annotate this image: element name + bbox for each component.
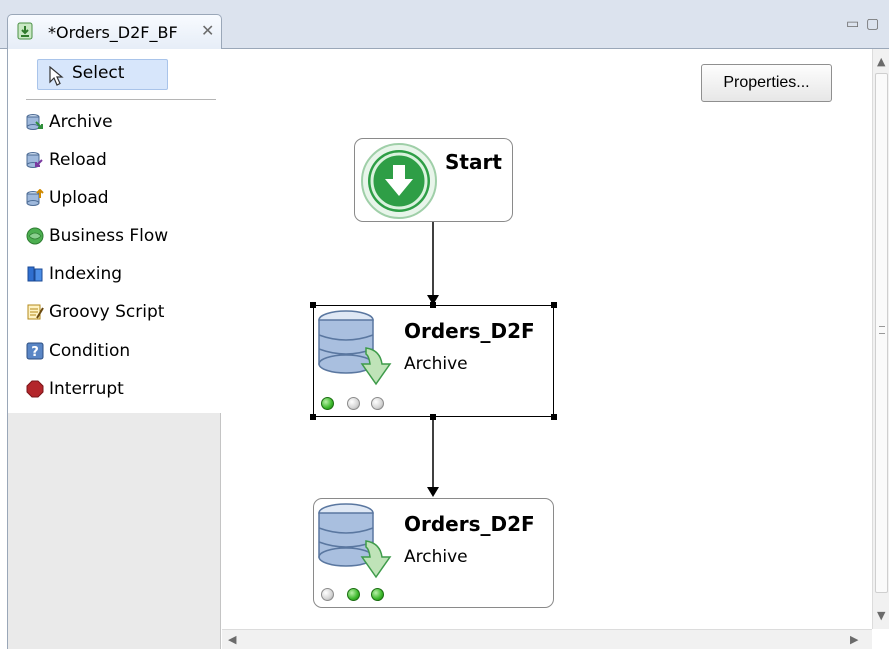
archive-database-icon [316, 308, 404, 388]
status-indicator-gray [371, 397, 384, 410]
scroll-right-icon[interactable]: ▶ [850, 633, 858, 646]
node-subtitle: Archive [404, 547, 468, 567]
node-title: Orders_D2F [404, 319, 535, 343]
scroll-up-icon[interactable]: ▲ [877, 55, 885, 68]
status-indicator-green [321, 397, 334, 410]
flow-node-archive-selected[interactable]: Orders_D2F Archive [313, 305, 554, 417]
scroll-down-icon[interactable]: ▼ [877, 609, 885, 622]
resize-handle[interactable] [551, 414, 557, 420]
flow-node-archive[interactable]: Orders_D2F Archive [313, 498, 554, 608]
scroll-left-icon[interactable]: ◀ [228, 633, 236, 646]
flow-node-start[interactable]: Start [354, 138, 513, 222]
node-title: Orders_D2F [404, 512, 535, 536]
vertical-scrollbar-thumb[interactable] [875, 73, 888, 593]
status-indicator-green [347, 588, 360, 601]
resize-handle[interactable] [310, 302, 316, 308]
archive-database-icon [316, 501, 404, 581]
resize-handle[interactable] [551, 302, 557, 308]
status-indicator-gray [321, 588, 334, 601]
vertical-scrollbar[interactable]: ▲ ▼ [872, 49, 889, 629]
horizontal-scrollbar[interactable]: ◀ ▶ [222, 629, 872, 649]
node-title: Start [445, 150, 502, 174]
status-indicator-green [371, 588, 384, 601]
start-icon [358, 141, 440, 221]
resize-handle[interactable] [430, 302, 436, 308]
resize-handle[interactable] [310, 414, 316, 420]
grip-icon [879, 326, 885, 334]
status-indicator-gray [347, 397, 360, 410]
connector-arrowhead [427, 487, 439, 497]
node-subtitle: Archive [404, 354, 468, 374]
resize-handle[interactable] [430, 414, 436, 420]
